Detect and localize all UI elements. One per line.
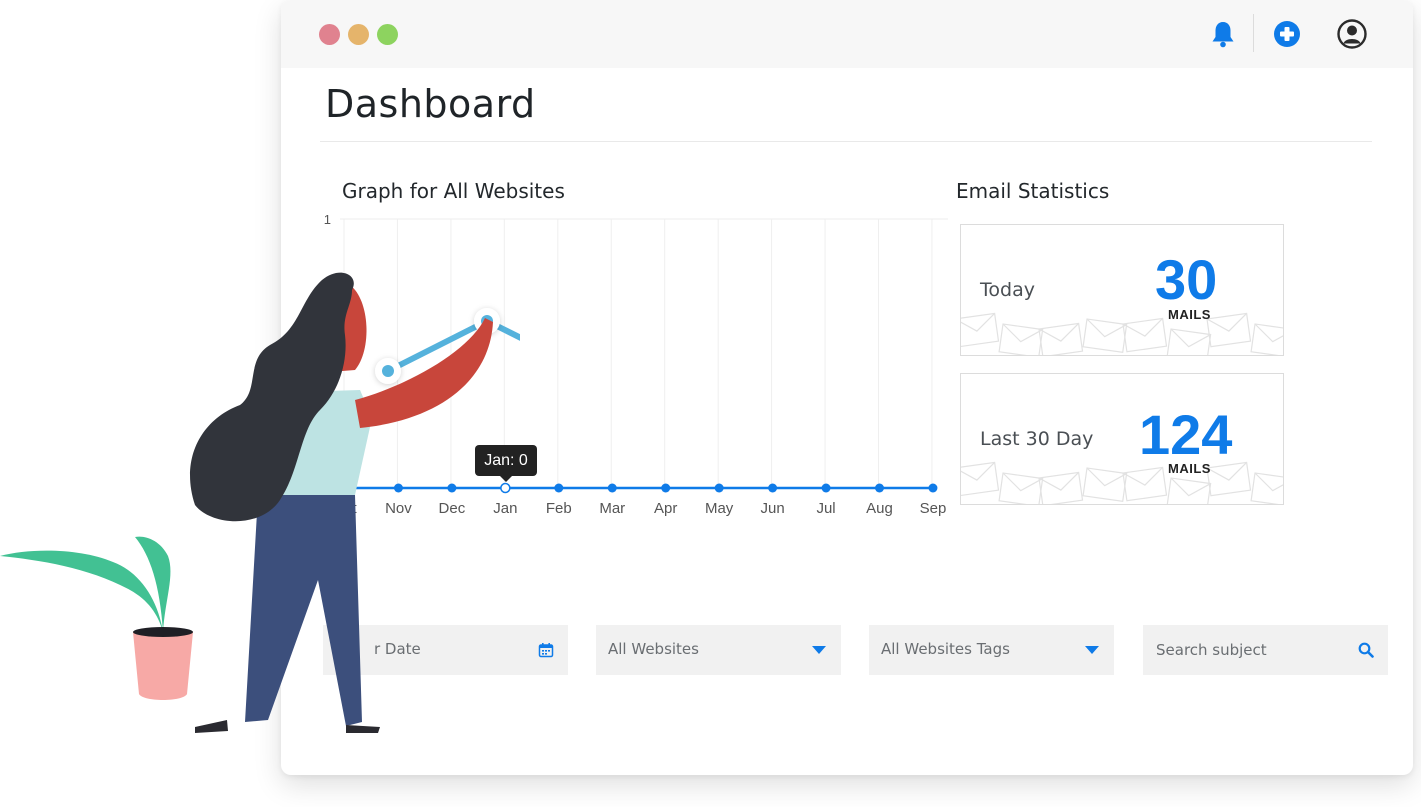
- calendar-icon[interactable]: [536, 640, 556, 660]
- envelope-pattern-icon: [1038, 322, 1084, 355]
- envelope-pattern-icon: [961, 461, 1000, 497]
- website-tags-select-value: All Websites Tags: [881, 640, 1010, 658]
- envelope-pattern-icon: [1082, 467, 1128, 502]
- search-icon[interactable]: [1356, 640, 1376, 660]
- woman-with-plant-illustration: [0, 272, 520, 733]
- stat-value: 30: [1155, 248, 1218, 311]
- x-tick-label: Mar: [599, 500, 625, 517]
- x-tick-label: Feb: [546, 500, 572, 517]
- website-tags-select[interactable]: All Websites Tags: [869, 625, 1114, 675]
- envelope-pattern-icon: [998, 472, 1044, 504]
- search-subject-input[interactable]: [1143, 625, 1388, 675]
- data-point: [768, 483, 778, 493]
- envelope-pattern-icon: [998, 323, 1044, 355]
- stat-unit: MAILS: [1168, 307, 1211, 322]
- data-point: [821, 483, 831, 493]
- envelope-pattern-icon: [1206, 461, 1252, 497]
- toolbar-divider: [1253, 14, 1254, 52]
- envelope-pattern-icon: [1166, 477, 1212, 504]
- x-tick-label: Jul: [816, 500, 835, 517]
- data-point: [875, 483, 884, 493]
- stat-unit: MAILS: [1168, 461, 1211, 476]
- websites-select[interactable]: All Websites: [596, 625, 841, 675]
- envelope-pattern-icon: [1166, 328, 1212, 355]
- envelope-pattern: [961, 312, 1283, 355]
- data-point: [714, 483, 724, 493]
- websites-select-value: All Websites: [608, 640, 699, 658]
- envelope-pattern-icon: [1250, 323, 1283, 355]
- stat-label: Last 30 Day: [980, 428, 1094, 450]
- envelope-pattern-icon: [1250, 472, 1283, 504]
- envelope-pattern-icon: [1206, 312, 1252, 348]
- x-tick-label: May: [705, 500, 734, 517]
- user-circle-icon[interactable]: [1335, 17, 1369, 51]
- email-stats-title: Email Statistics: [956, 179, 1110, 203]
- data-point: [661, 483, 671, 493]
- x-tick-label: Aug: [866, 500, 893, 517]
- envelope-pattern-icon: [1122, 466, 1168, 502]
- plant: [0, 536, 193, 700]
- stat-label: Today: [980, 279, 1035, 301]
- dropdown-arrow-icon[interactable]: [1082, 640, 1102, 660]
- x-tick-label: Sep: [920, 500, 947, 517]
- x-tick-label: Apr: [654, 500, 677, 517]
- stat-card-last-30-day: Last 30 Day 124 MAILS: [960, 373, 1284, 505]
- envelope-pattern-icon: [961, 312, 1000, 348]
- stat-value: 124: [1139, 403, 1233, 466]
- envelope-pattern-icon: [1038, 471, 1084, 504]
- envelope-pattern-icon: [1082, 318, 1128, 353]
- envelope-pattern-icon: [1122, 317, 1168, 353]
- decorative-point: [382, 365, 394, 377]
- x-tick-label: Jun: [761, 500, 785, 517]
- search-field[interactable]: [1143, 625, 1388, 675]
- dropdown-arrow-icon[interactable]: [809, 640, 829, 660]
- data-point: [607, 483, 617, 493]
- bell-icon[interactable]: [1206, 17, 1240, 51]
- envelope-pattern: [961, 461, 1283, 504]
- data-point: [554, 483, 564, 493]
- plus-circle-icon[interactable]: [1270, 17, 1304, 51]
- stat-card-today: Today 30 MAILS: [960, 224, 1284, 356]
- data-point: [928, 483, 938, 493]
